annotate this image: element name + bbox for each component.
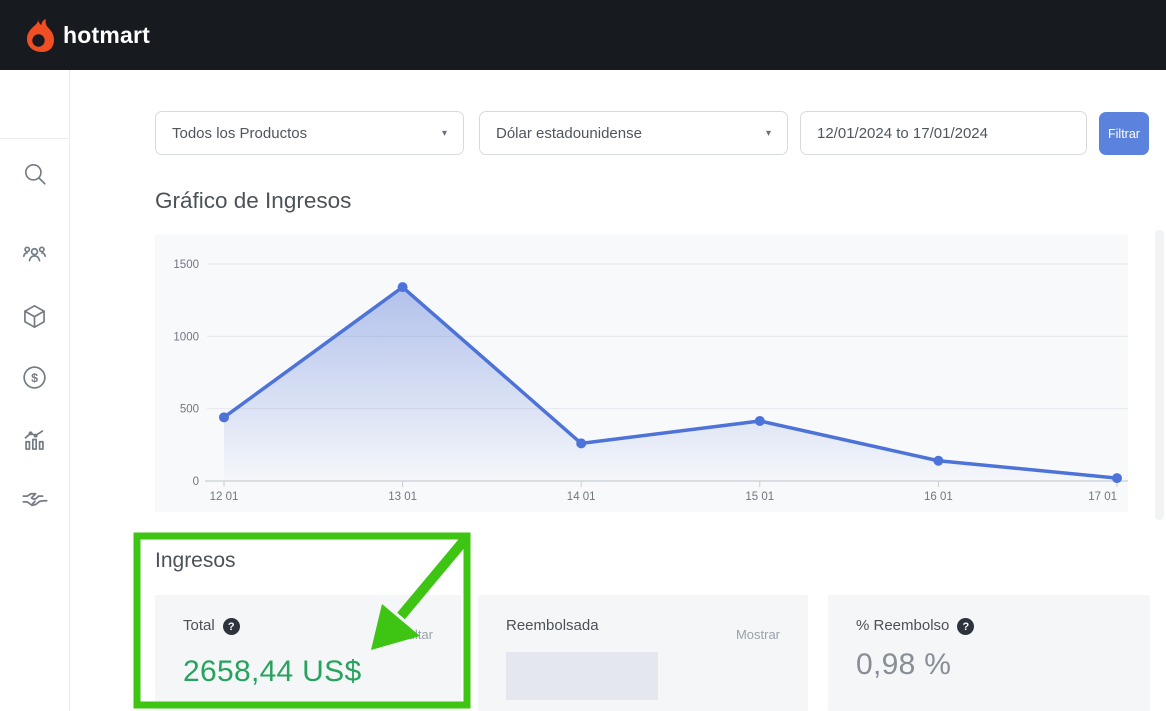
sidebar-divider — [0, 138, 70, 139]
sidebar-item-members-icon[interactable] — [21, 240, 49, 268]
chevron-down-icon: ▾ — [766, 128, 771, 139]
total-value: 2658,44 US$ — [183, 655, 433, 689]
hotmart-logo[interactable]: hotmart — [22, 16, 150, 54]
svg-text:15 01: 15 01 — [745, 491, 774, 503]
reembolsada-card-label: Reembolsada — [506, 617, 599, 634]
sidebar-item-products-icon[interactable] — [21, 302, 49, 330]
sidebar-item-reports-icon[interactable] — [21, 425, 49, 453]
scrollbar[interactable] — [1155, 230, 1164, 520]
svg-text:12 01: 12 01 — [210, 491, 239, 503]
sidebar-item-affiliates-icon[interactable] — [21, 485, 49, 513]
topbar: hotmart — [0, 0, 1166, 70]
mostrar-link[interactable]: Mostrar — [736, 627, 780, 642]
product-filter-select[interactable]: Todos los Productos ▾ — [155, 111, 464, 155]
help-icon[interactable]: ? — [223, 618, 240, 635]
reembolsada-card: Reembolsada Mostrar — [478, 595, 808, 711]
revenue-chart: 0 500 1000 1500 12 01 13 01 14 01 15 01 16 01 17 … — [155, 235, 1128, 512]
svg-text:500: 500 — [180, 404, 199, 416]
currency-filter-select[interactable]: Dólar estadounidense ▾ — [479, 111, 788, 155]
svg-text:16 01: 16 01 — [924, 491, 953, 503]
svg-text:1500: 1500 — [173, 259, 199, 271]
reembolso-percent-card: % Reembolso ? 0,98 % — [828, 595, 1150, 711]
sidebar-item-sales-icon[interactable]: $ — [21, 363, 49, 391]
svg-text:14 01: 14 01 — [567, 491, 596, 503]
revenue-chart-svg: 0 500 1000 1500 12 01 13 01 14 01 15 01 16 01 17 … — [155, 235, 1128, 512]
total-card: Total ? Ocultar 2658,44 US$ — [155, 595, 461, 711]
date-range-input[interactable]: 12/01/2024 to 17/01/2024 — [800, 111, 1087, 155]
product-filter-value: Todos los Productos — [172, 125, 307, 142]
ocultar-link[interactable]: Ocultar — [391, 627, 433, 642]
total-card-label: Total — [183, 617, 215, 634]
date-range-value: 12/01/2024 to 17/01/2024 — [817, 125, 988, 142]
svg-text:1000: 1000 — [173, 331, 199, 343]
sidebar: $ ? — [0, 70, 70, 711]
search-icon[interactable] — [21, 160, 49, 188]
svg-text:$: $ — [31, 371, 38, 385]
currency-filter-value: Dólar estadounidense — [496, 125, 642, 142]
filter-button[interactable]: Filtrar — [1099, 112, 1149, 155]
summary-title: Ingresos — [155, 549, 236, 573]
chevron-down-icon: ▾ — [442, 128, 447, 139]
svg-text:17 01: 17 01 — [1088, 491, 1117, 503]
reembolso-percent-value: 0,98 % — [856, 648, 1122, 682]
flame-icon — [22, 16, 54, 54]
svg-text:0: 0 — [193, 476, 199, 488]
help-icon[interactable]: ? — [957, 618, 974, 635]
hidden-value-placeholder — [506, 652, 658, 700]
chart-section-title: Gráfico de Ingresos — [155, 188, 351, 214]
svg-text:13 01: 13 01 — [388, 491, 417, 503]
reembolso-percent-label: % Reembolso — [856, 617, 949, 634]
brand-text: hotmart — [63, 22, 150, 49]
